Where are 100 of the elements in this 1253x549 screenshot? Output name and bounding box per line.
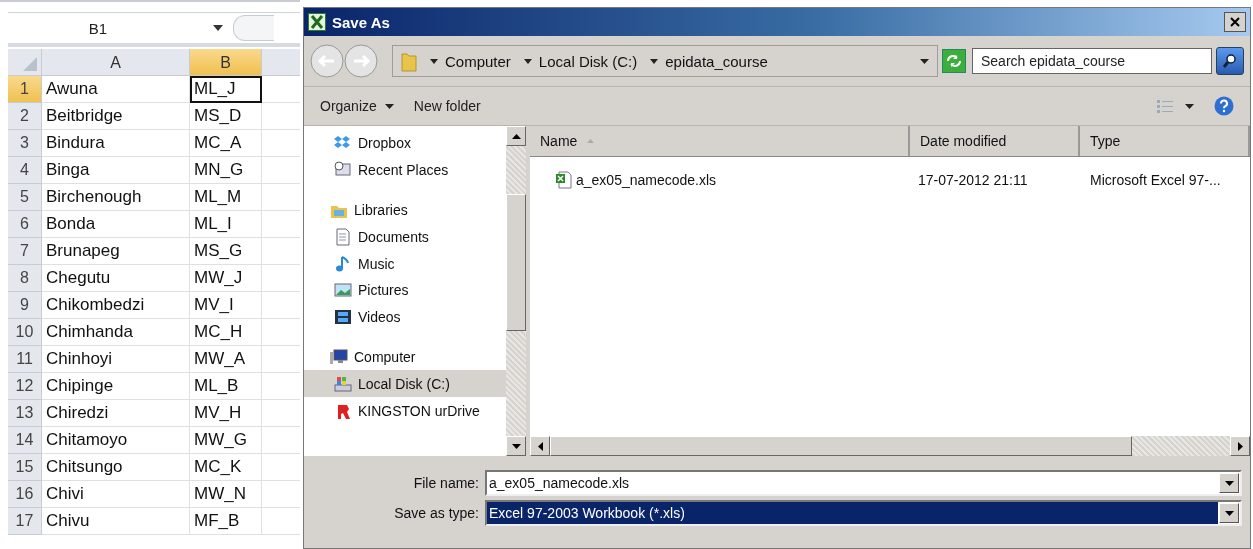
help-icon xyxy=(1214,96,1234,116)
caret-icon xyxy=(523,58,532,64)
table-cell: Bonda xyxy=(42,211,190,238)
spreadsheet-app-icon xyxy=(308,13,326,31)
table-cell: Chiredzi xyxy=(42,400,190,427)
table-cell: MW_N xyxy=(190,481,262,508)
nav-item[interactable]: Pictures xyxy=(304,277,506,304)
file-name-field[interactable]: a_ex05_namecode.xls xyxy=(485,470,1242,496)
save-type-dropdown[interactable]: Excel 97-2003 Workbook (*.xls) xyxy=(485,500,1242,526)
table-cell: MN_G xyxy=(190,157,262,184)
row-header[interactable]: 14 xyxy=(8,427,42,454)
refresh-arrows-icon xyxy=(946,54,962,68)
caret-icon xyxy=(1185,103,1194,109)
vertical-scrollbar[interactable] xyxy=(506,126,526,456)
breadcrumb-item[interactable]: Computer xyxy=(445,52,511,70)
nav-item[interactable]: KINGSTON urDrive xyxy=(304,397,506,424)
nav-item[interactable]: Computer xyxy=(304,343,506,371)
table-cell: MC_A xyxy=(190,130,262,157)
pictures-icon xyxy=(334,281,352,300)
row-header[interactable]: 17 xyxy=(8,508,42,535)
scroll-left-arrow-icon xyxy=(537,441,543,451)
row-header[interactable]: 8 xyxy=(8,265,42,292)
column-header[interactable]: B xyxy=(190,49,262,76)
row-header[interactable]: 5 xyxy=(8,184,42,211)
table-cell: ML_B xyxy=(190,373,262,400)
file-name: a_ex05_namecode.xls xyxy=(576,172,717,188)
scroll-thumb[interactable] xyxy=(506,194,526,331)
nav-item[interactable]: Local Disk (C:) xyxy=(304,370,506,398)
documents-icon xyxy=(334,227,352,246)
table-cell: Awuna xyxy=(42,76,190,103)
row-header[interactable]: 4 xyxy=(8,157,42,184)
row-header[interactable]: 7 xyxy=(8,238,42,265)
table-cell: MC_H xyxy=(190,319,262,346)
row-header[interactable]: 15 xyxy=(8,454,42,481)
table-cell: Binga xyxy=(42,157,190,184)
row-header[interactable]: 12 xyxy=(8,373,42,400)
name-box[interactable]: B1 xyxy=(8,19,188,37)
dropdown-arrow-icon xyxy=(1224,480,1234,486)
table-cell: MS_G xyxy=(190,238,262,265)
select-all-icon xyxy=(23,57,37,71)
file-type: Microsoft Excel 97-... xyxy=(1089,172,1222,188)
column-header[interactable]: Name xyxy=(530,126,910,156)
field-label: Save as type: xyxy=(393,505,480,521)
table-cell: Birchenough xyxy=(42,184,190,211)
disk-icon xyxy=(334,374,352,393)
search-field[interactable]: Search epidata_course xyxy=(972,48,1212,74)
row-header[interactable]: 9 xyxy=(8,292,42,319)
new-folder-button[interactable]: New folder xyxy=(407,96,487,116)
column-header[interactable]: Type xyxy=(1080,126,1250,156)
table-cell: MW_G xyxy=(190,427,262,454)
table-cell: MS_D xyxy=(190,103,262,130)
dropdown-arrow-icon xyxy=(213,25,223,31)
table-cell: Chegutu xyxy=(42,265,190,292)
nav-item[interactable]: Videos xyxy=(304,303,506,331)
table-cell: Chinhoyi xyxy=(42,346,190,373)
nav-item[interactable]: Libraries xyxy=(304,196,506,224)
breadcrumb-item[interactable]: Local Disk (C:) xyxy=(538,52,638,70)
window-title: Save As xyxy=(332,13,391,31)
nav-item[interactable]: Dropbox xyxy=(304,130,506,157)
table-cell: Chimhanda xyxy=(42,319,190,346)
table-cell: MV_I xyxy=(190,292,262,319)
nav-item[interactable]: Music xyxy=(304,250,506,277)
close-button[interactable] xyxy=(1224,12,1246,32)
horizontal-scrollbar[interactable] xyxy=(530,436,1250,456)
row-header[interactable]: 10 xyxy=(8,319,42,346)
row-header[interactable]: 2 xyxy=(8,103,42,130)
table-cell: Chivi xyxy=(42,481,190,508)
spreadsheet-file-icon xyxy=(556,171,572,189)
sort-arrow-icon xyxy=(587,139,595,143)
refresh-button[interactable] xyxy=(942,49,966,73)
row-header[interactable]: 16 xyxy=(8,481,42,508)
table-cell: Bindura xyxy=(42,130,190,157)
row-header[interactable]: 3 xyxy=(8,130,42,157)
row-header[interactable]: 1 xyxy=(8,76,42,103)
row-header[interactable]: 13 xyxy=(8,400,42,427)
row-header[interactable]: 6 xyxy=(8,211,42,238)
row-header[interactable]: 11 xyxy=(8,346,42,373)
scroll-right-arrow-icon xyxy=(1237,441,1243,451)
table-cell: Chikombedzi xyxy=(42,292,190,319)
file-row[interactable]: a_ex05_namecode.xls 17-07-2012 21:11 Microsoft Excel 97-... xyxy=(530,167,1250,193)
address-bar[interactable]: Computer Local Disk (C:) epidata_course xyxy=(392,45,938,77)
table-cell: Chivu xyxy=(42,508,190,535)
selected-cell[interactable]: ML_J xyxy=(190,76,262,103)
table-cell: MW_J xyxy=(190,265,262,292)
table-cell: Chitsungo xyxy=(42,454,190,481)
table-cell: MV_H xyxy=(190,400,262,427)
nav-item[interactable]: Documents xyxy=(304,223,506,251)
field-label: File name: xyxy=(412,475,480,491)
column-header[interactable]: Date modified xyxy=(910,126,1080,156)
nav-item[interactable]: Recent Places xyxy=(304,156,506,184)
scroll-thumb[interactable] xyxy=(550,436,1132,456)
videos-icon xyxy=(334,308,352,327)
breadcrumb-item[interactable]: epidata_course xyxy=(665,52,768,70)
table-cell: MF_B xyxy=(190,508,262,535)
dropdown-arrow-icon xyxy=(1224,510,1234,516)
organize-menu-button[interactable]: Organize xyxy=(314,96,400,116)
search-icon xyxy=(1222,53,1238,69)
column-header[interactable]: A xyxy=(42,49,190,76)
file-date: 17-07-2012 21:11 xyxy=(917,172,1029,188)
search-button[interactable] xyxy=(1216,47,1244,75)
